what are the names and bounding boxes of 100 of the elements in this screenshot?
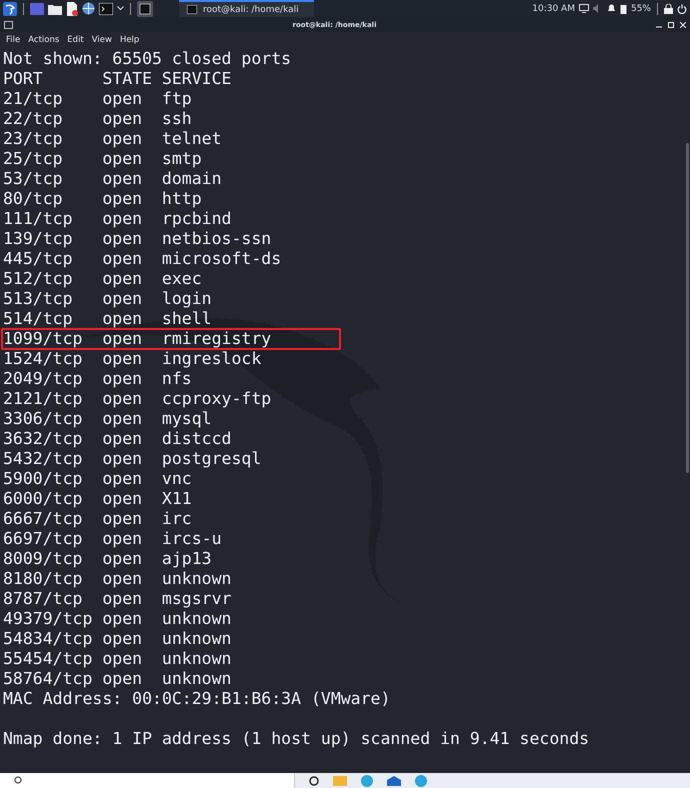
menu-item[interactable]: File [6,35,20,45]
port-text: 5432/tcp [3,449,84,469]
port-text: 2049/tcp [3,369,84,389]
state-text: open [102,369,144,389]
state-text: open [102,449,144,469]
service-text: nfs [162,369,193,389]
state-text: open [102,509,144,529]
port-text: 54834/tcp [3,629,94,649]
column-header: STATE [102,69,153,89]
port-text: 49379/tcp [3,609,94,629]
service-text: exec [162,269,203,289]
state-text: open [102,409,144,429]
port-text: 55454/tcp [3,649,94,669]
port-text: 2121/tcp [3,389,84,409]
lock-icon[interactable] [664,4,673,14]
service-text: unknown [162,569,232,589]
menu-item[interactable]: Help [120,35,140,45]
service-text: ssh [162,109,193,129]
service-text: msgsrvr [162,589,232,609]
port-text: 8180/tcp [3,569,84,589]
port-text: 445/tcp [3,249,74,269]
state-text: open [102,229,144,249]
port-text: 8787/tcp [3,589,84,609]
search-field[interactable] [0,773,295,788]
port-text: 111/tcp [3,209,74,229]
service-text: distccd [162,429,232,449]
battery-icon[interactable] [620,4,627,14]
monitor-icon[interactable] [578,4,589,13]
terminal-icon [187,5,197,14]
port-text: 21/tcp [3,89,64,109]
service-text: unknown [162,649,232,669]
port-text: 25/tcp [3,149,64,169]
state-text: open [102,669,144,689]
search-icon[interactable] [309,776,319,786]
service-text: unknown [162,669,232,689]
port-text: 139/tcp [3,229,74,249]
caret-icon[interactable] [117,6,124,11]
menu-item[interactable]: Edit [67,35,84,45]
state-text: open [102,109,144,129]
state-text: open [102,129,144,149]
folder-icon[interactable] [48,2,62,14]
service-text: vnc [162,469,193,489]
state-text: open [102,209,144,229]
service-text: ccproxy-ftp [162,389,272,409]
done-line: Nmap done: 1 IP address (1 host up) scanned in 9.41 seconds [3,729,590,749]
mail-icon[interactable] [387,776,401,786]
bell-icon[interactable] [606,4,616,13]
menu-item[interactable]: View [92,35,112,45]
column-header: PORT [3,69,44,89]
service-text: http [162,189,203,209]
state-text: open [102,289,144,309]
port-text: 5900/tcp [3,469,84,489]
close-icon[interactable] [680,22,686,28]
service-text: telnet [162,129,223,149]
service-text: unknown [162,609,232,629]
service-text: unknown [162,629,232,649]
service-text: mysql [162,409,213,429]
terminal-icon [4,20,13,28]
state-text: open [102,309,144,329]
service-text: rmiregistry [162,329,272,349]
state-text: open [102,609,144,629]
maximize-icon[interactable] [668,22,674,28]
battery-percent: 55% [630,4,651,14]
state-text: open [102,329,144,349]
port-text: 514/tcp [3,309,74,329]
service-text: X11 [162,489,193,509]
menu-item[interactable]: Actions [28,35,60,45]
port-text: 3632/tcp [3,429,84,449]
port-text: 53/tcp [3,169,64,189]
state-text: open [102,429,144,449]
port-text: 8009/tcp [3,549,84,569]
state-text: open [102,649,144,669]
scrollbar[interactable] [686,143,689,473]
port-text: 80/tcp [3,189,64,209]
terminal-icon[interactable] [137,0,153,16]
state-text: open [102,169,144,189]
document-icon[interactable] [66,2,78,16]
port-text: 1524/tcp [3,349,84,369]
service-text: login [162,289,213,309]
port-text: 3306/tcp [3,409,84,429]
service-text: domain [162,169,223,189]
state-text: open [102,349,144,369]
port-text: 512/tcp [3,269,74,289]
summary-line: Not shown: 65505 closed ports [3,49,292,69]
taskbar-window-button[interactable]: root@kali: /home/kali [179,0,314,17]
service-text: smtp [162,149,203,169]
port-text: 58764/tcp [3,669,94,689]
state-text: open [102,149,144,169]
state-text: open [102,549,144,569]
service-text: netbios-ssn [162,229,272,249]
port-text: 6000/tcp [3,489,84,509]
globe-icon[interactable] [82,2,95,15]
port-text: 23/tcp [3,129,64,149]
service-text: irc [162,509,193,529]
service-text: ftp [162,89,193,109]
port-text: 6697/tcp [3,529,84,549]
terminal-icon[interactable] [99,2,113,14]
state-text: open [102,469,144,489]
power-icon[interactable] [677,4,687,14]
clock-text[interactable]: 10:30 AM [532,4,575,14]
